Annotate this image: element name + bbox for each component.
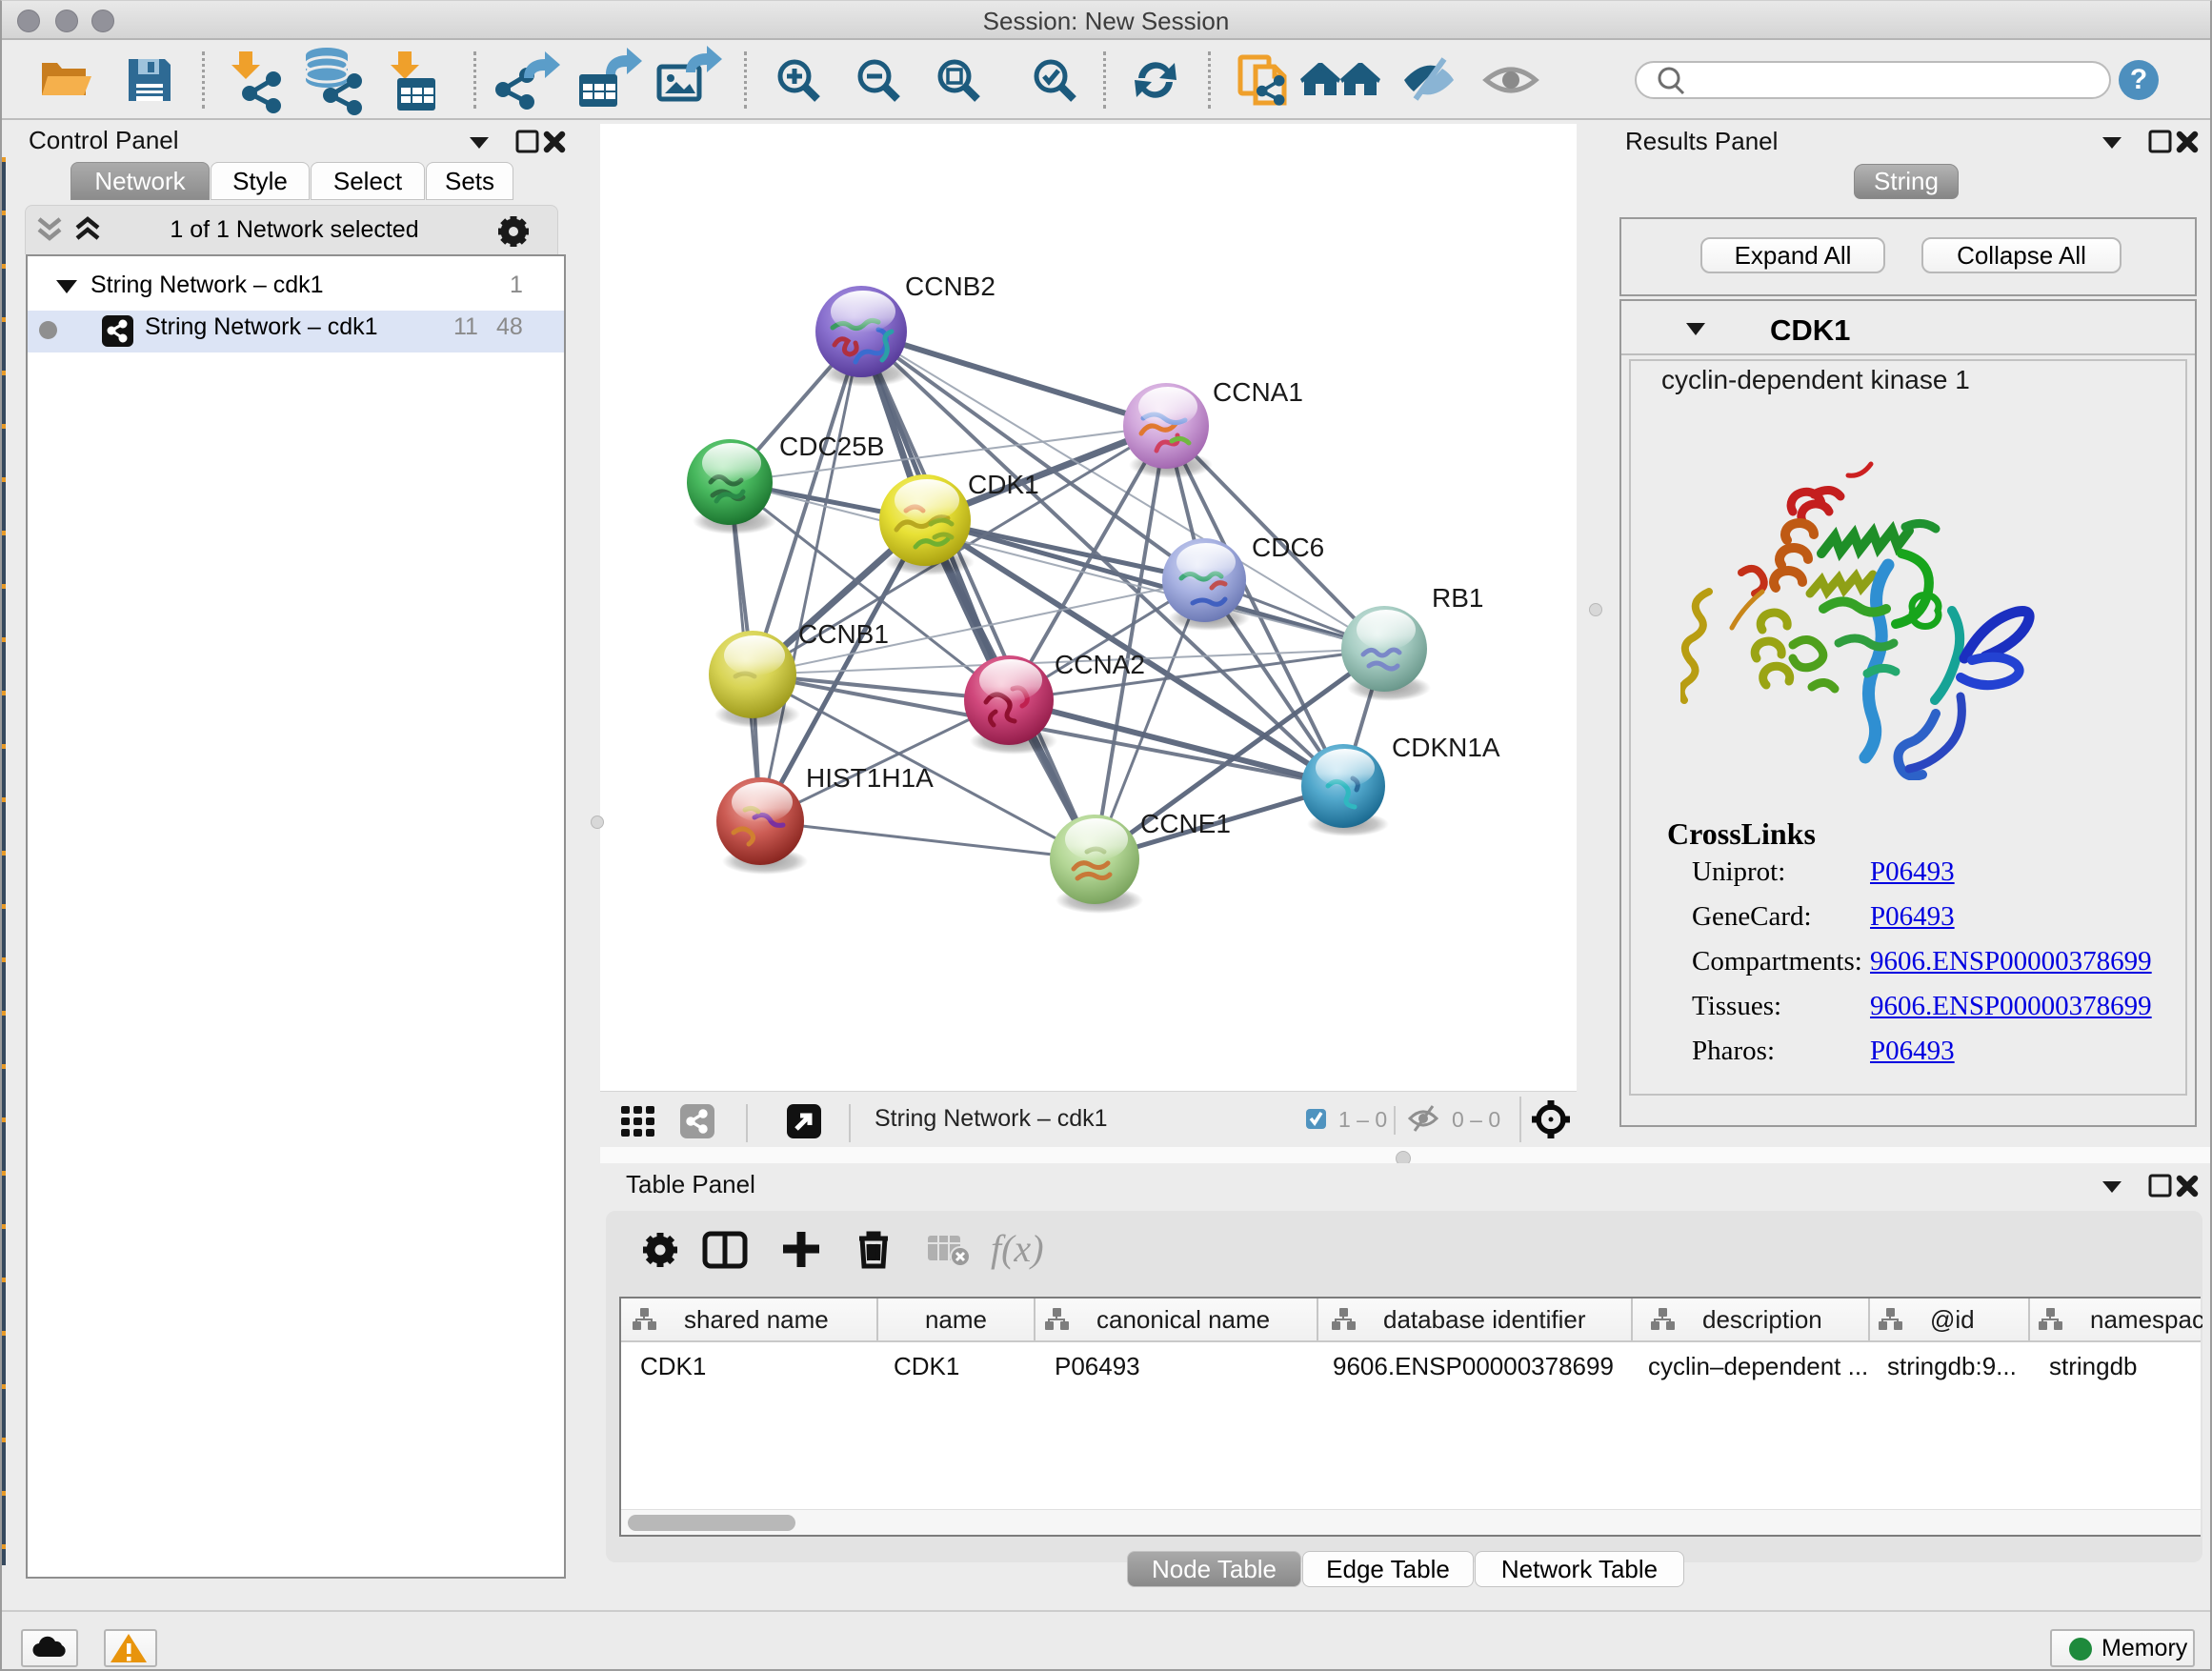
svg-text:f(x): f(x) — [991, 1230, 1044, 1270]
svg-text:0 – 0: 0 – 0 — [1452, 1107, 1500, 1132]
svg-text:CDC6: CDC6 — [1252, 533, 1324, 562]
svg-text:CDK1: CDK1 — [968, 470, 1039, 499]
svg-text:CCNB2: CCNB2 — [905, 272, 995, 301]
svg-text:CCNE1: CCNE1 — [1140, 809, 1231, 838]
svg-text:CDKN1A: CDKN1A — [1392, 733, 1500, 762]
svg-text:RB1: RB1 — [1432, 583, 1483, 613]
svg-text:1 – 0: 1 – 0 — [1338, 1107, 1387, 1132]
svg-text:HIST1H1A: HIST1H1A — [806, 763, 934, 793]
svg-text:CCNB1: CCNB1 — [798, 619, 889, 649]
svg-text:CCNA2: CCNA2 — [1055, 650, 1145, 679]
svg-text:CDC25B: CDC25B — [779, 432, 884, 461]
svg-text:CCNA1: CCNA1 — [1213, 377, 1303, 407]
